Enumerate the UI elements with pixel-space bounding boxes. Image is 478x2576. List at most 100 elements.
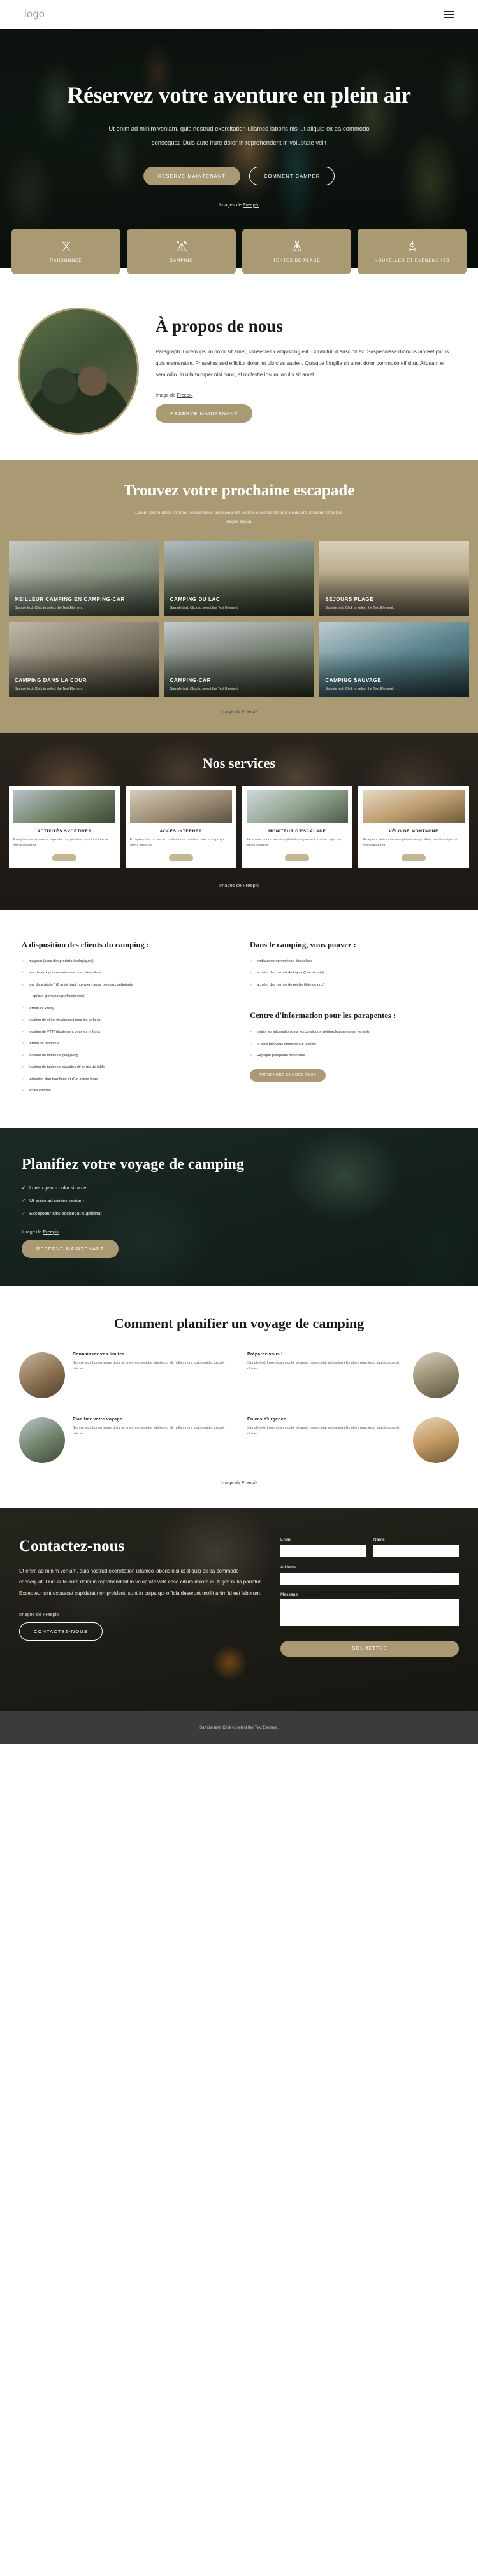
footer-text: Sample text. Click to select the Text El… bbox=[199, 1725, 279, 1730]
services-section: Nos services ACTIVITÉS SPORTIVES Excepte… bbox=[0, 733, 478, 910]
email-input[interactable] bbox=[280, 1545, 366, 1557]
list-item: acheter des permis de kayak (liste de pr… bbox=[250, 970, 456, 977]
site-logo[interactable]: logo bbox=[24, 9, 45, 20]
tile-title: MEILLEUR CAMPING EN CAMPING-CAR bbox=[15, 596, 125, 602]
hero-paragraph: Ut enim ad minim veniam, quis nostrud ex… bbox=[108, 125, 370, 146]
service-image bbox=[129, 789, 232, 823]
freepik-link[interactable]: Freepik bbox=[43, 1611, 59, 1617]
how-item-image bbox=[413, 1417, 459, 1463]
escapade-tile[interactable]: CAMPING DANS LA COUR Sample text. Click … bbox=[9, 621, 159, 697]
list-item: accès internet bbox=[22, 1088, 228, 1094]
list-item: toutes les informations sur les conditio… bbox=[250, 1030, 456, 1036]
service-learn-more-button[interactable] bbox=[285, 854, 310, 861]
escapade-subtitle: Lorem ipsum dolor sit amet, consectetur … bbox=[135, 511, 343, 525]
about-book-button[interactable]: RESERVE MAINTENANT bbox=[156, 404, 253, 423]
escapade-tile[interactable]: CAMPING DU LAC Sample text. Click to sel… bbox=[164, 541, 314, 616]
site-footer: Sample text. Click to select the Text El… bbox=[0, 1711, 478, 1744]
about-title: À propos de nous bbox=[156, 316, 283, 336]
list-item: magasin (avec des produits écologiques) bbox=[22, 959, 228, 965]
list-item: Lorem ipsum dolor sit amet bbox=[22, 1185, 296, 1191]
contact-paragraph: Ut enim ad minim veniam, quis nostrud ex… bbox=[19, 1568, 262, 1596]
service-card[interactable]: VÉLO DE MONTAGNE Excepteur sint occaecat… bbox=[358, 785, 469, 868]
how-item-title: Préparez-vous ! bbox=[247, 1352, 283, 1357]
service-title: MONITEUR D'ESCALADE bbox=[268, 828, 326, 833]
address-input[interactable] bbox=[280, 1572, 459, 1585]
freepik-link[interactable]: Freepik bbox=[242, 709, 257, 714]
amenities-right-list: embaucher un moniteur d'escalade acheter… bbox=[250, 959, 456, 989]
message-input[interactable] bbox=[280, 1598, 459, 1626]
list-item: aire de jeux pour enfants avec mur d'esc… bbox=[22, 970, 228, 977]
learn-more-button[interactable]: APPRENDRE ENCORE PLUS bbox=[250, 1068, 326, 1082]
about-image-credit: Image de Freepik bbox=[156, 392, 453, 398]
how-item-text: Sample text. Lorem ipsum dolor sit amet,… bbox=[73, 1426, 225, 1436]
service-learn-more-button[interactable] bbox=[402, 854, 426, 861]
credit-prefix: Images de bbox=[219, 201, 243, 208]
email-label: Email bbox=[280, 1537, 291, 1542]
how-to-plan-item: Préparez-vous ! Sample text. Lorem ipsum… bbox=[247, 1352, 459, 1398]
freepik-link[interactable]: Freepik bbox=[177, 392, 192, 398]
service-text: Excepteur sint occaecat cupidatat non pr… bbox=[13, 837, 108, 847]
service-card[interactable]: MONITEUR D'ESCALADE Excepteur sint occae… bbox=[242, 785, 353, 868]
freepik-link[interactable]: Freepik bbox=[242, 1480, 257, 1485]
hero-title: Réservez votre aventure en plein air bbox=[67, 82, 411, 108]
service-learn-more-button[interactable] bbox=[168, 854, 193, 861]
list-item: location de tables de ping-pong bbox=[22, 1053, 228, 1059]
tile-title: SÉJOURS PLAGE bbox=[325, 596, 374, 602]
freepik-link[interactable]: Freepik bbox=[243, 202, 259, 208]
list-item: Ut enim ad minim veniam bbox=[22, 1198, 296, 1203]
amenities-right-column: Dans le camping, vous pouvez : embaucher… bbox=[250, 939, 456, 1100]
hero-howto-button[interactable]: COMMENT CAMPER bbox=[249, 166, 335, 185]
tile-caption: Sample text. Click to select the Text El… bbox=[325, 605, 395, 610]
escapade-tile[interactable]: SÉJOURS PLAGE Sample text. Click to sele… bbox=[319, 541, 469, 616]
tent-night-icon bbox=[175, 239, 189, 253]
how-item-image bbox=[19, 1352, 65, 1398]
about-section: À propos de nous Paragraph. Lorem ipsum … bbox=[0, 274, 478, 460]
tile-caption: Sample text. Click to select the Text El… bbox=[170, 686, 239, 691]
category-card-tentes-de-plage[interactable]: TENTES DE PLAGE bbox=[242, 229, 351, 274]
how-item-image bbox=[19, 1417, 65, 1463]
about-paragraph: Paragraph. Lorem ipsum dolor sit amet, c… bbox=[156, 349, 449, 378]
list-item: location de vélos (également pour les en… bbox=[22, 1017, 228, 1024]
service-text: Excepteur sint occaecat cupidatat non pr… bbox=[363, 837, 458, 847]
service-learn-more-button[interactable] bbox=[52, 854, 76, 861]
escapade-tile[interactable]: MEILLEUR CAMPING EN CAMPING-CAR Sample t… bbox=[9, 541, 159, 616]
message-label: Message bbox=[280, 1592, 298, 1597]
submit-button[interactable]: SOUMETTRE bbox=[280, 1640, 459, 1657]
category-label: RANDONNÉE bbox=[50, 258, 82, 263]
category-label: CAMPING bbox=[169, 258, 194, 263]
contact-us-button[interactable]: CONTACTEZ-NOUS bbox=[19, 1622, 103, 1641]
credit-prefix: Image de bbox=[220, 708, 242, 714]
category-card-nouvelles-et-evenements[interactable]: NOUVELLES ET ÉVÉNEMENTS bbox=[358, 229, 467, 274]
how-item-title: Connaissez vos limites bbox=[73, 1352, 125, 1357]
contact-title: Contactez-nous bbox=[19, 1537, 125, 1555]
list-item: acheter des permis de pêche (liste de pr… bbox=[250, 982, 456, 989]
address-label: Address bbox=[280, 1564, 296, 1569]
freepik-link[interactable]: Freepik bbox=[43, 1229, 59, 1235]
category-card-row: RANDONNÉE CAMPING TENTES DE PLAGE NOUVEL… bbox=[0, 229, 478, 274]
escapade-image-credit: Image de Freepik bbox=[0, 709, 478, 714]
category-card-camping[interactable]: CAMPING bbox=[127, 229, 236, 274]
how-to-plan-section: Comment planifier un voyage de camping C… bbox=[0, 1286, 478, 1508]
freepik-link[interactable]: Freepik bbox=[243, 882, 259, 888]
escapade-tile-grid: MEILLEUR CAMPING EN CAMPING-CAR Sample t… bbox=[0, 527, 478, 697]
category-card-randonnee[interactable]: RANDONNÉE bbox=[11, 229, 120, 274]
how-to-plan-item: En cas d'urgence Sample text. Lorem ipsu… bbox=[247, 1417, 459, 1463]
hamburger-menu-icon[interactable] bbox=[444, 11, 454, 18]
plan-trip-book-button[interactable]: RESERVE MAINTENANT bbox=[22, 1239, 119, 1258]
name-input[interactable] bbox=[373, 1545, 459, 1557]
escapade-tile[interactable]: CAMPING SAUVAGE Sample text. Click to se… bbox=[319, 621, 469, 697]
contact-section: Contactez-nous Ut enim ad minim veniam, … bbox=[0, 1508, 478, 1711]
teepee-tent-icon bbox=[290, 239, 304, 253]
how-to-plan-item: Connaissez vos limites Sample text. Lore… bbox=[19, 1352, 231, 1398]
service-text: Excepteur sint occaecat cupidatat non pr… bbox=[246, 837, 341, 847]
plan-trip-list: Lorem ipsum dolor sit amet Ut enim ad mi… bbox=[22, 1185, 296, 1216]
paraglider-info-title: Centre d'information pour les parapentes… bbox=[250, 1011, 396, 1021]
service-card[interactable]: ACCÈS INTERNET Excepteur sint occaecat c… bbox=[125, 785, 236, 868]
name-label: Name bbox=[373, 1537, 385, 1542]
hero-book-button[interactable]: RESERVE MAINTENANT bbox=[143, 166, 241, 185]
escapade-tile[interactable]: CAMPING-CAR Sample text. Click to select… bbox=[164, 621, 314, 697]
how-to-plan-item: Planifiez votre voyage Sample text. Lore… bbox=[19, 1417, 231, 1463]
how-item-text: Sample text. Lorem ipsum dolor sit amet,… bbox=[247, 1361, 400, 1371]
service-card[interactable]: ACTIVITÉS SPORTIVES Excepteur sint occae… bbox=[9, 785, 120, 868]
credit-prefix: Images de bbox=[19, 1611, 43, 1618]
